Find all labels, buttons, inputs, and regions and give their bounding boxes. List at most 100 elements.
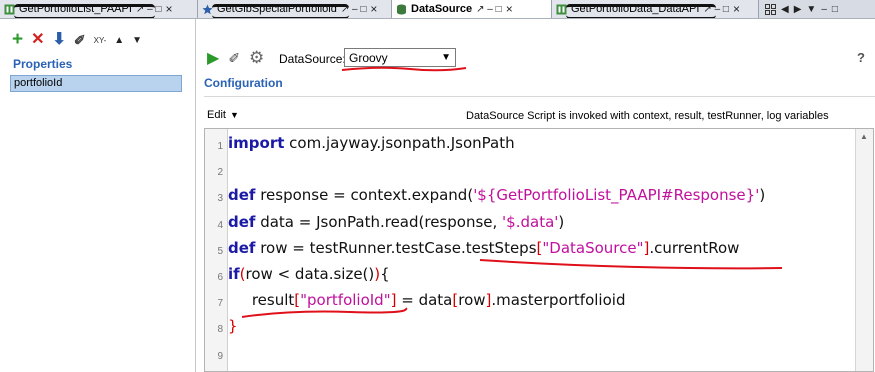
gear-icon[interactable]: ⚙	[249, 48, 264, 68]
configuration-heading: Configuration	[204, 76, 283, 90]
tab-window-controls[interactable]: ↗ – □	[341, 4, 367, 15]
tab-get-portfolio-list[interactable]: GetPortfolioList_PAAPI ↗ – □ ×	[0, 0, 198, 18]
code-token: def	[228, 212, 256, 231]
maximize-icon[interactable]: □	[832, 4, 838, 15]
code-token: import	[228, 134, 285, 152]
datasource-toolbar: ▶ ✐ ⚙	[207, 48, 264, 68]
code-token: '${GetPortfolioList_PAAPI#Response}'	[473, 186, 760, 205]
code-text: import com.jayway.jsonpath.JsonPath	[228, 134, 515, 152]
eraser-icon[interactable]: ✐	[228, 50, 240, 67]
grid-icon[interactable]	[765, 3, 776, 15]
tab-datasource[interactable]: DataSource ↗ – □ ×	[392, 0, 552, 18]
datasource-type-label: DataSource:	[279, 52, 346, 66]
panel-splitter[interactable]	[195, 19, 196, 372]
tab-window-controls[interactable]: ↗ – □	[476, 4, 502, 15]
line-number: 6	[217, 272, 223, 283]
close-icon[interactable]: ×	[733, 2, 740, 16]
vertical-scrollbar[interactable]: ▲	[855, 129, 873, 371]
divider	[204, 96, 875, 97]
edit-menu[interactable]: Edit ▼	[207, 109, 239, 121]
star-step-icon	[202, 4, 213, 14]
code-line[interactable]: 2	[205, 158, 845, 184]
move-up-icon[interactable]: ▲	[114, 35, 124, 46]
close-icon[interactable]: ×	[165, 2, 172, 16]
code-line[interactable]: 5 def row = testRunner.testCase.testSteps…	[205, 237, 845, 263]
tab-window-controls[interactable]: ↗ – □	[703, 4, 729, 15]
line-number: 2	[217, 167, 223, 179]
code-text: def response = context.expand('${GetPort…	[228, 186, 765, 204]
edit-menu-label: Edit	[207, 109, 226, 121]
datasource-type-select[interactable]: Groovy ▼	[344, 48, 456, 67]
code-token: }	[228, 317, 238, 336]
xy-icon[interactable]: XY-	[94, 36, 107, 45]
move-down-icon[interactable]: ▼	[132, 35, 142, 46]
code-token: = data	[396, 291, 453, 310]
code-line[interactable]: 7 result["portfolioId"] = data[row].mast…	[205, 289, 845, 315]
code-token: def	[228, 186, 256, 205]
code-token: data = JsonPath.read(response,	[255, 212, 503, 231]
tab-get-special-portfolio[interactable]: GetGlbSpecialPortfoliold ↗ – □ ×	[198, 0, 392, 18]
close-icon[interactable]: ×	[370, 2, 377, 16]
line-number: 7	[217, 298, 223, 310]
script-editor[interactable]: 1 import com.jayway.jsonpath.JsonPath 2 3 de…	[204, 128, 874, 372]
code-token: "portfolioId"	[300, 291, 391, 310]
code-token: )	[558, 212, 565, 231]
request-step-icon	[556, 4, 567, 14]
tab-window-controls[interactable]: ↗ – □	[136, 4, 162, 15]
code-line[interactable]: 4 def data = JsonPath.read(response, '$.d…	[205, 211, 845, 237]
line-number: 8	[217, 324, 223, 336]
close-icon[interactable]: ×	[506, 2, 513, 16]
tab-navigation: ◀ ▶ ▼ – □	[759, 0, 838, 18]
tab-get-portfolio-data[interactable]: GetPortfolioData_DataAPI ↗ – □ ×	[552, 0, 759, 18]
code-token: )	[759, 186, 766, 205]
code-token: row < data.size()	[245, 265, 375, 283]
properties-heading: Properties	[13, 57, 73, 71]
code-line[interactable]: 6 if(row < data.size()){	[205, 263, 845, 289]
scroll-left-icon[interactable]: ◀	[781, 4, 789, 15]
line-number: 5	[217, 245, 223, 257]
property-item-portfolioid[interactable]: portfolioId	[10, 75, 182, 92]
run-icon[interactable]: ▶	[207, 48, 219, 68]
chevron-down-icon: ▼	[441, 52, 451, 63]
code-token: row = testRunner.testCase.testSteps	[255, 238, 537, 257]
download-icon[interactable]: ⬇	[53, 32, 66, 48]
code-line[interactable]: 1 import com.jayway.jsonpath.JsonPath	[205, 132, 845, 158]
scroll-right-icon[interactable]: ▶	[794, 4, 802, 15]
chevron-down-icon: ▼	[229, 110, 239, 120]
code-text: result["portfolioId"] = data[row].master…	[228, 291, 626, 310]
tab-label: GetGlbSpecialPortfoliold	[217, 3, 337, 15]
add-property-icon[interactable]: +	[12, 30, 23, 49]
minimize-icon[interactable]: –	[821, 4, 827, 15]
code-token: com.jayway.jsonpath.JsonPath	[284, 134, 515, 152]
code-text: if(row < data.size()){	[228, 265, 390, 283]
code-line[interactable]: 9	[205, 342, 845, 368]
properties-panel	[0, 19, 188, 372]
code-line[interactable]: 8}	[205, 315, 845, 341]
code-token: .currentRow	[649, 238, 740, 257]
line-number: 4	[217, 219, 223, 231]
code-text: }	[228, 317, 238, 335]
chevron-down-icon[interactable]: ▼	[806, 4, 816, 15]
tab-label: GetPortfolioList_PAAPI	[19, 3, 132, 15]
code-token: def	[228, 238, 256, 257]
code-text: def row = testRunner.testCase.testSteps[…	[228, 239, 739, 257]
help-icon[interactable]: ?	[857, 50, 865, 65]
code-token: response = context.expand(	[255, 186, 474, 205]
code-token: {	[380, 265, 390, 283]
request-step-icon	[4, 4, 15, 14]
line-number: 1	[217, 141, 223, 152]
datasource-type-value: Groovy	[349, 50, 388, 65]
code-line[interactable]: 3 def response = context.expand('${GetPor…	[205, 184, 845, 210]
code-token: result	[228, 291, 295, 310]
tab-label: DataSource	[411, 3, 473, 15]
code-token: if	[228, 265, 240, 283]
line-number: 9	[217, 350, 223, 362]
code-token: "DataSource"	[542, 238, 644, 257]
remove-property-icon[interactable]: ✕	[31, 32, 44, 48]
code-token: row	[458, 291, 486, 310]
eraser-icon[interactable]: ✐	[74, 32, 86, 48]
code-text: def data = JsonPath.read(response, '$.da…	[228, 213, 564, 231]
scroll-up-icon[interactable]: ▲	[860, 132, 868, 141]
editor-tab-bar: GetPortfolioList_PAAPI ↗ – □ × GetGlbSpe…	[0, 0, 875, 19]
line-number: 3	[217, 193, 223, 205]
